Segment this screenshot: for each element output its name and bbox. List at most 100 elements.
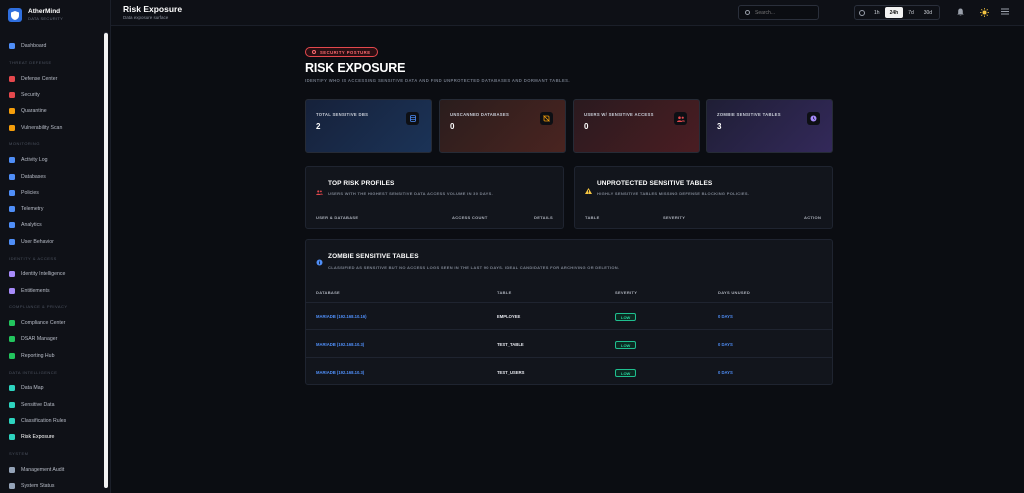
- sidebar-item-label: Compliance Center: [21, 320, 66, 327]
- sidebar-item-label: Databases: [21, 173, 46, 180]
- sun-icon[interactable]: [980, 8, 989, 19]
- sidebar-item-dsar-manager[interactable]: DSAR Manager: [0, 331, 104, 347]
- sidebar-item-label: Quarantine: [21, 108, 47, 115]
- sidebar-item-label: Analytics: [21, 222, 42, 229]
- database-link[interactable]: MARIADB (192.168.10.3): [316, 370, 364, 375]
- sidebar-item-classification-rules[interactable]: Classification Rules: [0, 413, 104, 429]
- time-range-24h[interactable]: 24h: [884, 7, 904, 18]
- days-unused: 0 DAYS: [718, 314, 733, 319]
- days-unused: 0 DAYS: [718, 342, 733, 347]
- sidebar-item-activity-log[interactable]: Activity Log: [0, 152, 104, 168]
- hero-subtitle: IDENTIFY WHO IS ACCESSING SENSITIVE DATA…: [305, 78, 570, 83]
- alert-circle-icon: [312, 50, 316, 54]
- status-icon: [9, 483, 15, 490]
- time-range-30d[interactable]: 30d: [919, 7, 937, 18]
- sidebar-item-reporting-hub[interactable]: Reporting Hub: [0, 348, 104, 364]
- search-icon: [9, 336, 15, 343]
- sidebar-item-dashboard[interactable]: Dashboard: [0, 38, 104, 54]
- sidebar-item-compliance-center[interactable]: Compliance Center: [0, 315, 104, 331]
- home-icon: [9, 43, 15, 50]
- document-icon: [9, 320, 15, 327]
- column-header: SEVERITY: [663, 215, 686, 220]
- sidebar-section-label: Identity & Access: [9, 255, 57, 261]
- sidebar-item-label: DSAR Manager: [21, 336, 58, 343]
- table-name: TEST_USERS: [497, 370, 525, 375]
- sidebar-item-analytics[interactable]: Analytics: [0, 217, 104, 233]
- sidebar-item-label: Policies: [21, 189, 39, 196]
- database-link[interactable]: MARIADB (192.168.10.16): [316, 314, 367, 319]
- panel-subtitle: HIGHLY SENSITIVE TABLES MISSING DEFENSE …: [597, 191, 750, 196]
- sidebar-item-label: Dashboard: [21, 43, 47, 50]
- sidebar-item-telemetry[interactable]: Telemetry: [0, 201, 104, 217]
- search-icon: [745, 10, 750, 15]
- sidebar-item-databases[interactable]: Databases: [0, 168, 104, 184]
- severity-badge: LOW: [615, 369, 637, 377]
- sidebar-item-policies[interactable]: Policies: [0, 185, 104, 201]
- row-divider: [306, 357, 832, 358]
- sidebar-item-label: Entitlements: [21, 287, 50, 294]
- sidebar-item-label: User Behavior: [21, 238, 54, 245]
- sidebar-item-label: Risk Exposure: [21, 434, 55, 441]
- hamburger-icon[interactable]: [1001, 8, 1009, 17]
- bell-icon[interactable]: [957, 8, 964, 18]
- sidebar-item-user-behavior[interactable]: User Behavior: [0, 234, 104, 250]
- panel-title: ZOMBIE SENSITIVE TABLES: [328, 253, 419, 260]
- sidebar-item-vulnerability-scan[interactable]: Vulnerability Scan: [0, 119, 104, 135]
- key-icon: [9, 287, 15, 294]
- sidebar-item-security[interactable]: Security: [0, 87, 104, 103]
- eye-icon: [9, 401, 15, 408]
- badge-label: SECURITY POSTURE: [320, 49, 371, 55]
- sidebar-item-defense-center[interactable]: Defense Center: [0, 71, 104, 87]
- top-risk-profiles-panel: TOP RISK PROFILES USERS WITH THE HIGHEST…: [305, 166, 564, 229]
- sidebar-item-label: Telemetry: [21, 206, 44, 213]
- stat-value: 0: [450, 122, 455, 131]
- stat-label: USERS W/ SENSITIVE ACCESS: [584, 112, 654, 117]
- column-header: TABLE: [585, 215, 600, 220]
- sidebar-item-label: Defense Center: [21, 75, 58, 82]
- fingerprint-icon: [9, 271, 15, 278]
- bug-icon: [9, 124, 15, 131]
- app-tagline: DATA SECURITY: [28, 16, 64, 22]
- sidebar-nav: Dashboard Threat Defense Defense Center Sec…: [0, 38, 104, 493]
- sidebar-item-label: Data Map: [21, 385, 44, 392]
- sidebar-item-label: Activity Log: [21, 157, 48, 164]
- sidebar-item-risk-exposure[interactable]: Risk Exposure: [0, 429, 104, 445]
- stat-label: ZOMBIE SENSITIVE TABLES: [717, 112, 781, 117]
- database-link[interactable]: MARIADB (192.168.10.3): [316, 342, 364, 347]
- sidebar-item-identity-intelligence[interactable]: Identity Intelligence: [0, 266, 104, 282]
- time-range-selector: 1h 24h 7d 30d: [854, 5, 941, 20]
- stat-card-users-sensitive-access[interactable]: USERS W/ SENSITIVE ACCESS 0: [573, 99, 700, 153]
- sidebar-item-label: System Status: [21, 483, 55, 490]
- column-header: USER & DATABASE: [316, 215, 359, 220]
- hero-title: RISK EXPOSURE: [305, 61, 406, 75]
- time-range-7d[interactable]: 7d: [903, 7, 919, 18]
- stat-card-zombie-sensitive-tables[interactable]: ZOMBIE SENSITIVE TABLES 3: [706, 99, 833, 153]
- users-icon: [674, 112, 687, 125]
- signal-icon: [9, 206, 15, 213]
- sidebar-item-sensitive-data[interactable]: Sensitive Data: [0, 397, 104, 413]
- panel-title: TOP RISK PROFILES: [328, 180, 395, 187]
- search-input[interactable]: [755, 9, 815, 16]
- column-header: DAYS UNUSED: [718, 290, 751, 295]
- stat-card-total-sensitive-dbs[interactable]: TOTAL SENSITIVE DBS 2: [305, 99, 432, 153]
- time-range-1h[interactable]: 1h: [869, 7, 885, 18]
- panel-subtitle: USERS WITH THE HIGHEST SENSITIVE DATA AC…: [328, 191, 493, 196]
- sidebar-item-label: Security: [21, 92, 40, 99]
- sidebar-item-management-audit[interactable]: Management Audit: [0, 462, 104, 478]
- sidebar-item-label: Identity Intelligence: [21, 271, 66, 278]
- sidebar-item-entitlements[interactable]: Entitlements: [0, 282, 104, 298]
- info-icon: [316, 253, 323, 271]
- database-icon: [406, 112, 419, 125]
- sidebar-item-quarantine[interactable]: Quarantine: [0, 103, 104, 119]
- column-header: DETAILS: [534, 215, 553, 220]
- brand[interactable]: AtherMind DATA SECURITY: [0, 0, 110, 30]
- stat-value: 3: [717, 122, 722, 131]
- sidebar-item-system-status[interactable]: System Status: [0, 478, 104, 493]
- eye-off-icon: [540, 112, 553, 125]
- stat-card-unscanned-databases[interactable]: UNSCANNED DATABASES 0: [439, 99, 566, 153]
- row-divider: [306, 329, 832, 330]
- search-box[interactable]: [738, 5, 819, 20]
- rocket-icon: [9, 75, 15, 82]
- sidebar-scrollbar-thumb[interactable]: [104, 33, 108, 488]
- sidebar-item-data-map[interactable]: Data Map: [0, 380, 104, 396]
